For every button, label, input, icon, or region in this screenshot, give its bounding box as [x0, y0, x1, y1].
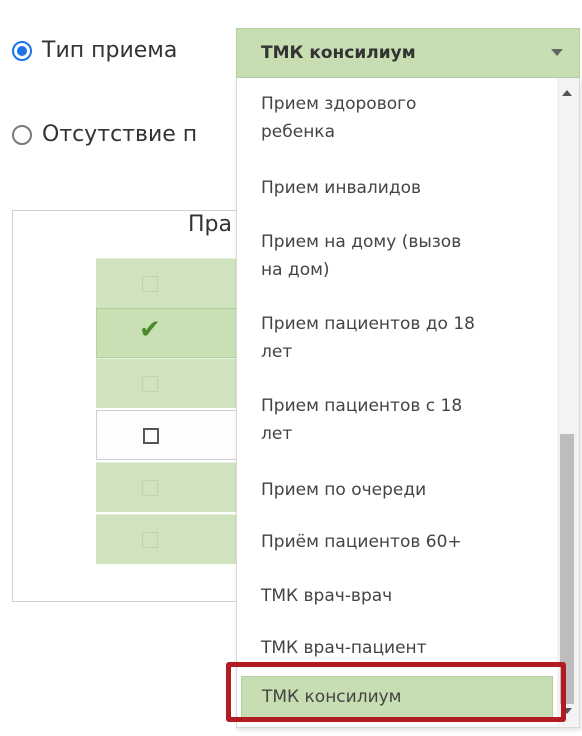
checkmark-icon[interactable]: ✔ — [139, 317, 161, 343]
grid-row[interactable] — [96, 462, 246, 512]
radio-label-absence: Отсутствие п — [42, 122, 198, 147]
dropdown-option[interactable]: Приём пациентов 60+ — [237, 528, 557, 556]
grid-row[interactable] — [96, 258, 246, 308]
scrollbar-thumb[interactable] — [560, 434, 574, 704]
checkbox[interactable] — [142, 532, 158, 548]
appointment-type-dropdown[interactable]: Прием здорового ребенка Прием инвалидов … — [236, 78, 580, 728]
scroll-down-arrow-icon[interactable] — [562, 708, 572, 714]
scroll-up-arrow-icon[interactable] — [562, 90, 572, 96]
grid-row[interactable] — [96, 358, 246, 408]
radio-option-appointment-type[interactable]: Тип приема — [12, 38, 177, 63]
grid-row[interactable] — [96, 410, 246, 460]
checkbox[interactable] — [142, 376, 158, 392]
dropdown-option[interactable]: Прием пациентов до 18 лет — [237, 310, 557, 366]
dropdown-option-selected[interactable]: ТМК консилиум — [241, 676, 553, 718]
radio-option-absence[interactable]: Отсутствие п — [12, 122, 197, 147]
chevron-down-icon[interactable] — [551, 49, 563, 56]
checkbox[interactable] — [142, 276, 158, 292]
checkbox[interactable] — [143, 428, 159, 444]
grid-row[interactable]: ✔ — [96, 308, 246, 358]
dropdown-option[interactable]: ТМК врач-пациент — [237, 634, 557, 662]
checkbox[interactable] — [142, 480, 158, 496]
dropdown-option[interactable]: Прием на дому (вызов на дом) — [237, 228, 557, 284]
dropdown-option[interactable]: Прием по очереди — [237, 476, 557, 504]
dropdown-option[interactable]: Прием инвалидов — [237, 174, 557, 202]
grid-row[interactable] — [96, 514, 246, 564]
dropdown-option[interactable]: ТМК врач-врач — [237, 582, 557, 610]
dropdown-option[interactable]: Прием здорового ребенка — [237, 90, 557, 146]
radio-label-appointment-type: Тип приема — [42, 38, 178, 63]
appointment-type-select[interactable]: ТМК консилиум — [236, 28, 580, 78]
select-current-value: ТМК консилиум — [261, 43, 416, 63]
group-legend: Пра — [188, 212, 232, 237]
radio-button-appointment-type[interactable] — [12, 40, 32, 61]
dropdown-scrollbar[interactable] — [557, 78, 579, 727]
dropdown-option[interactable]: Прием пациентов с 18 лет — [237, 392, 557, 448]
radio-button-absence[interactable] — [12, 124, 32, 145]
